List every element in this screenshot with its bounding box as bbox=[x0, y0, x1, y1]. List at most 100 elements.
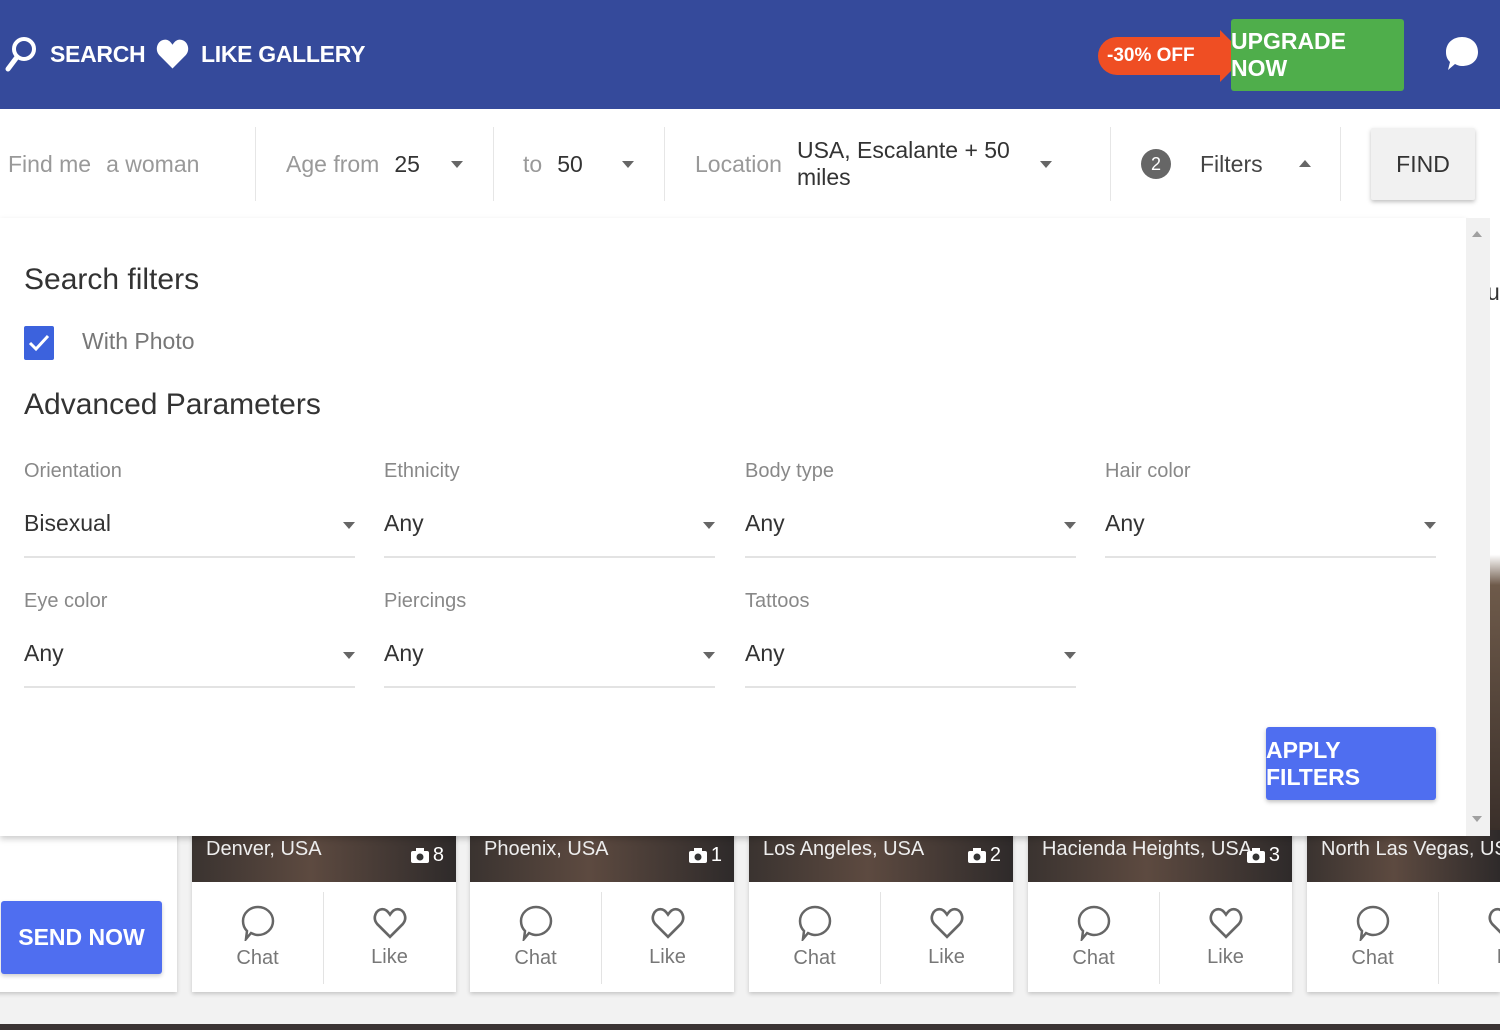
chevron-up-icon bbox=[1299, 160, 1311, 167]
eye-color-label: Eye color bbox=[24, 590, 108, 612]
ethnicity-select[interactable]: Any bbox=[384, 496, 715, 558]
age-from-label: Age from bbox=[286, 150, 380, 177]
upgrade-now-button[interactable]: UPGRADE NOW bbox=[1231, 19, 1404, 91]
divider bbox=[1340, 127, 1341, 201]
chevron-down-icon bbox=[622, 161, 634, 168]
chat-button[interactable]: Chat bbox=[1028, 890, 1159, 984]
top-navigation-bar: SEARCH LIKE GALLERY -30% OFF UPGRADE NOW bbox=[0, 0, 1500, 109]
age-from-select[interactable]: Age from 25 bbox=[286, 127, 471, 201]
search-filters-panel: Search filters With Photo Advanced Param… bbox=[0, 218, 1466, 836]
messages-button[interactable] bbox=[1444, 34, 1480, 79]
find-me-select[interactable]: Find me a woman bbox=[8, 127, 253, 201]
chat-icon bbox=[798, 905, 831, 941]
chat-button[interactable]: Chat bbox=[470, 890, 601, 984]
ethnicity-label: Ethnicity bbox=[384, 460, 460, 482]
profile-card[interactable]: Los Angeles, USA 2 Chat Like bbox=[749, 830, 1013, 992]
like-label: Like bbox=[371, 945, 408, 968]
hair-color-label: Hair color bbox=[1105, 460, 1191, 482]
chevron-down-icon bbox=[703, 652, 715, 659]
chat-button[interactable]: Chat bbox=[749, 890, 880, 984]
like-button[interactable]: Like bbox=[602, 890, 733, 984]
divider bbox=[1110, 127, 1111, 201]
advanced-parameters-title: Advanced Parameters bbox=[24, 388, 321, 421]
nav-search[interactable]: SEARCH bbox=[4, 30, 146, 78]
like-label: Like bbox=[649, 945, 686, 968]
scroll-down-icon[interactable] bbox=[1472, 816, 1482, 822]
body-type-value: Any bbox=[745, 510, 785, 536]
chevron-down-icon bbox=[1040, 161, 1052, 168]
body-type-field: Body type Any bbox=[745, 460, 1076, 572]
hair-color-value: Any bbox=[1105, 510, 1145, 536]
hair-color-field: Hair color Any bbox=[1105, 460, 1436, 572]
profile-location: Phoenix, USA bbox=[484, 838, 609, 860]
eye-color-value: Any bbox=[24, 640, 64, 666]
nav-like-gallery-label: LIKE GALLERY bbox=[201, 40, 366, 67]
filters-label: Filters bbox=[1200, 150, 1263, 177]
scroll-up-icon[interactable] bbox=[1472, 231, 1482, 237]
hair-color-select[interactable]: Any bbox=[1105, 496, 1436, 558]
chat-label: Chat bbox=[1072, 946, 1115, 969]
chevron-down-icon bbox=[343, 652, 355, 659]
nav-like-gallery[interactable]: LIKE GALLERY bbox=[156, 30, 366, 78]
like-button[interactable]: Like bbox=[324, 890, 455, 984]
divider bbox=[255, 127, 256, 201]
like-button[interactable]: Like bbox=[1160, 890, 1291, 984]
photo-count: 3 bbox=[1246, 844, 1280, 867]
chat-button[interactable]: Chat bbox=[192, 890, 323, 984]
chevron-down-icon bbox=[1064, 652, 1076, 659]
search-bar: Find me a woman Age from 25 to 50 Locati… bbox=[0, 109, 1500, 218]
age-to-select[interactable]: to 50 bbox=[523, 127, 643, 201]
piercings-label: Piercings bbox=[384, 590, 467, 612]
chevron-down-icon bbox=[1064, 522, 1076, 529]
apply-filters-button[interactable]: APPLY FILTERS bbox=[1266, 727, 1436, 800]
discount-label: -30% OFF bbox=[1098, 37, 1221, 75]
like-button[interactable]: Like bbox=[881, 890, 1012, 984]
find-button[interactable]: FIND bbox=[1371, 128, 1475, 200]
tattoos-select[interactable]: Any bbox=[745, 626, 1076, 688]
age-to-value: 50 bbox=[557, 150, 583, 177]
chat-label: Chat bbox=[793, 946, 836, 969]
chat-label: Chat bbox=[1351, 946, 1394, 969]
location-select[interactable]: Location USA, Escalante + 50 miles bbox=[695, 127, 1065, 201]
profile-card[interactable]: Denver, USA 8 Chat Like bbox=[192, 830, 456, 992]
photo-count-value: 3 bbox=[1268, 844, 1280, 866]
tattoos-value: Any bbox=[745, 640, 785, 666]
orientation-select[interactable]: Bisexual bbox=[24, 496, 355, 558]
eye-color-select[interactable]: Any bbox=[24, 626, 355, 688]
location-label: Location bbox=[695, 150, 782, 177]
ethnicity-value: Any bbox=[384, 510, 424, 536]
profile-card[interactable]: Phoenix, USA 1 Chat Like bbox=[470, 830, 734, 992]
orientation-label: Orientation bbox=[24, 460, 122, 482]
heart-outline-icon bbox=[651, 907, 684, 939]
camera-icon bbox=[967, 848, 986, 863]
photo-count: 8 bbox=[410, 844, 444, 867]
divider bbox=[493, 127, 494, 201]
photo-count-value: 1 bbox=[710, 844, 722, 866]
piercings-value: Any bbox=[384, 640, 424, 666]
send-now-button[interactable]: SEND NOW bbox=[1, 901, 162, 974]
filters-scrollbar[interactable] bbox=[1466, 218, 1490, 836]
profile-location: Hacienda Heights, USA bbox=[1042, 838, 1253, 860]
like-label: Like bbox=[1207, 945, 1244, 968]
next-row-photos bbox=[0, 1024, 1500, 1030]
photo-count-value: 2 bbox=[989, 844, 1001, 866]
with-photo-checkbox[interactable] bbox=[24, 326, 54, 360]
discount-badge[interactable]: -30% OFF bbox=[1098, 30, 1246, 82]
heart-outline-icon bbox=[1488, 907, 1500, 934]
camera-icon bbox=[688, 848, 707, 863]
like-label: Like bbox=[928, 945, 965, 968]
find-me-value: a woman bbox=[106, 150, 200, 177]
profile-card[interactable]: Hacienda Heights, USA 3 Chat Like bbox=[1028, 830, 1292, 992]
chat-icon bbox=[241, 905, 274, 941]
profile-card[interactable]: North Las Vegas, USA Chat Li bbox=[1307, 830, 1500, 992]
body-type-select[interactable]: Any bbox=[745, 496, 1076, 558]
chat-icon bbox=[519, 905, 552, 941]
filters-toggle[interactable]: 2 Filters bbox=[1141, 127, 1316, 201]
orientation-field: Orientation Bisexual bbox=[24, 460, 355, 572]
chat-button[interactable]: Chat bbox=[1307, 890, 1438, 984]
tattoos-field: Tattoos Any bbox=[745, 590, 1076, 702]
piercings-select[interactable]: Any bbox=[384, 626, 715, 688]
heart-outline-icon bbox=[930, 907, 963, 939]
like-button[interactable]: Li bbox=[1439, 890, 1500, 984]
location-value: USA, Escalante + 50 miles bbox=[796, 137, 1010, 190]
